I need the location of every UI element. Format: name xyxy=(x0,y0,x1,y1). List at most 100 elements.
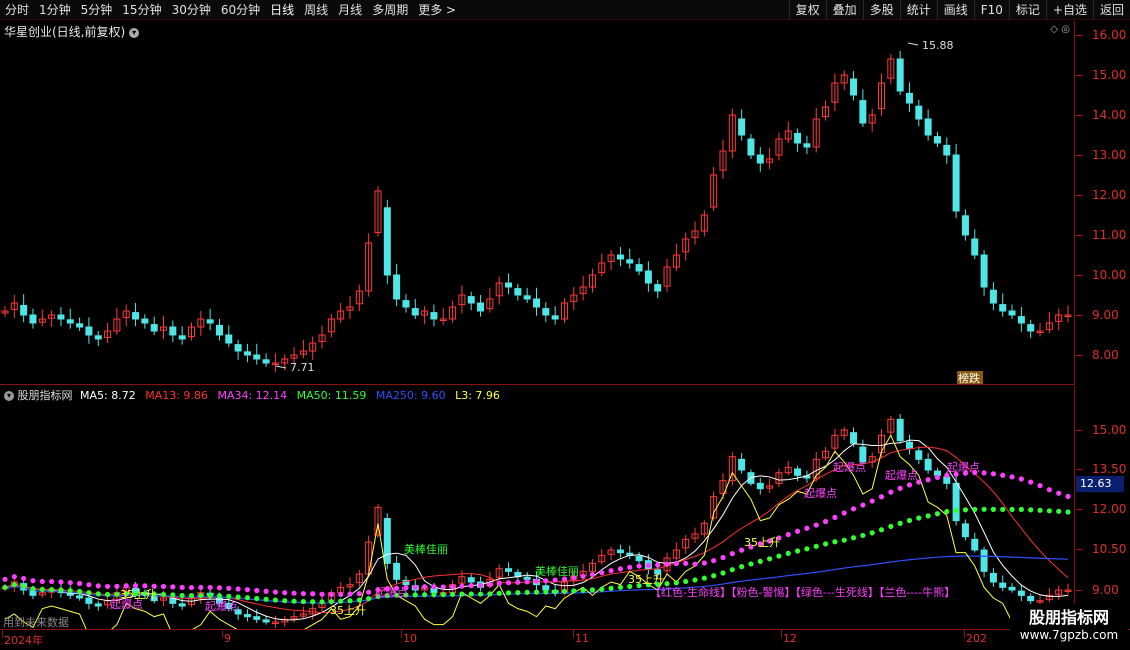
sub-candle-body xyxy=(253,616,261,620)
tool-button-8[interactable]: 返回 xyxy=(1092,0,1130,20)
indicator-annotation: 起爆点 xyxy=(375,585,408,599)
axis-tick xyxy=(1076,315,1082,316)
high-price-label: 15.88 xyxy=(922,39,954,52)
main-candle-body xyxy=(850,78,858,96)
ma50-dot xyxy=(953,507,959,514)
ma34-dot xyxy=(440,584,446,590)
ma34-dot xyxy=(160,583,167,590)
ma34-dot xyxy=(1056,490,1062,496)
main-candle-body xyxy=(644,270,652,284)
ma34-dot xyxy=(1028,479,1034,485)
ma50-dot xyxy=(533,589,540,595)
ma34-dot xyxy=(11,574,17,580)
event-label: 榜跌 xyxy=(958,371,980,385)
ma50-dot xyxy=(962,507,969,513)
indicator-axis-label: 12.00 xyxy=(1092,502,1127,516)
watermark: 股朋指标网 www.7gpzb.com xyxy=(1010,604,1128,648)
high-marker xyxy=(907,42,919,46)
ma34-dot xyxy=(832,514,838,520)
ma34-dot xyxy=(86,582,92,588)
ma34-dot xyxy=(533,578,540,584)
ma34-dot xyxy=(49,578,55,585)
sub-candle-body xyxy=(859,446,867,463)
main-candle-body xyxy=(747,138,755,156)
ma34-dot xyxy=(263,588,269,594)
ma50-dot xyxy=(235,594,241,600)
indicator-axis-label: 15.00 xyxy=(1092,423,1127,437)
ma34-dot xyxy=(366,589,372,595)
sub-candle-body xyxy=(523,576,531,580)
main-candle-body xyxy=(635,264,643,272)
ma34-dot xyxy=(813,522,819,528)
main-candle-body xyxy=(243,351,251,356)
sub-candle-body xyxy=(1027,595,1035,602)
indicator-annotation: 美棒佳丽 xyxy=(404,542,448,556)
main-candle-body xyxy=(467,296,475,304)
sub-candle-body xyxy=(262,619,270,623)
sub-candle-body xyxy=(980,549,988,572)
ma50-dot xyxy=(1028,507,1034,513)
price-axis-label: 11.00 xyxy=(1092,228,1127,242)
ma50-dot xyxy=(356,597,362,603)
date-tick xyxy=(964,630,965,638)
ma50-dot xyxy=(673,580,679,586)
main-candle-body xyxy=(402,300,410,308)
ma34-dot xyxy=(655,562,661,568)
ma34-dot xyxy=(244,587,251,593)
ma50-dot xyxy=(11,582,17,588)
ma34-dot xyxy=(673,560,679,567)
sub-candle-body xyxy=(896,418,904,442)
ma50-dot xyxy=(2,584,8,590)
date-tick xyxy=(222,630,223,638)
ma34-dot xyxy=(981,470,987,476)
ma34-dot xyxy=(76,580,83,587)
main-candle-body xyxy=(411,308,419,316)
ma50-dot xyxy=(869,530,875,536)
ma34-dot xyxy=(701,560,707,566)
ma34-dot xyxy=(897,485,903,491)
indicator-annotation: 35上升 xyxy=(744,536,780,549)
ma50-dot xyxy=(841,537,847,543)
ma50-dot xyxy=(440,592,446,598)
ma34-dot xyxy=(58,579,64,585)
sub-candle-body xyxy=(756,482,764,490)
ma34-dot xyxy=(179,584,185,591)
ma34-dot xyxy=(95,583,101,589)
ma34-dot xyxy=(347,591,353,597)
sub-candle-body xyxy=(85,597,93,604)
ma50-dot xyxy=(477,591,484,597)
main-candle-body xyxy=(514,288,522,296)
ma34-dot xyxy=(431,584,437,590)
sub-candle-body xyxy=(850,432,858,444)
ma34-dot xyxy=(282,590,288,596)
main-candle-body xyxy=(262,359,270,364)
main-candle-body xyxy=(20,304,28,316)
main-candle-body xyxy=(980,254,988,288)
ma50-dot xyxy=(207,592,213,599)
sub-candle-body xyxy=(467,577,475,583)
main-candle-body xyxy=(551,315,559,320)
ma34-dot xyxy=(477,582,484,588)
axis-tick xyxy=(1076,115,1082,116)
ma50-dot xyxy=(813,543,819,549)
ma50-dot xyxy=(188,592,195,599)
ma50-dot xyxy=(254,595,260,602)
ma34-dot xyxy=(906,482,913,488)
ma34-dot xyxy=(505,580,512,586)
ma50-dot xyxy=(76,588,83,595)
ma50-dot xyxy=(729,567,735,573)
ma50-dot xyxy=(571,588,577,594)
ma50-dot xyxy=(720,570,726,576)
ma50-dot xyxy=(972,506,978,513)
ma50-dot xyxy=(897,520,903,526)
axis-tick xyxy=(1076,35,1082,36)
axis-tick xyxy=(1076,469,1082,470)
ma50-dot xyxy=(67,588,73,594)
ma34-dot xyxy=(617,566,624,572)
ma50-dot xyxy=(1000,506,1006,513)
ma50-dot xyxy=(244,595,251,601)
ma50-dot xyxy=(711,573,717,579)
indicator-axis-label: 9.00 xyxy=(1092,583,1119,597)
ma50-dot xyxy=(347,598,353,604)
sub-candle-body xyxy=(635,555,643,562)
